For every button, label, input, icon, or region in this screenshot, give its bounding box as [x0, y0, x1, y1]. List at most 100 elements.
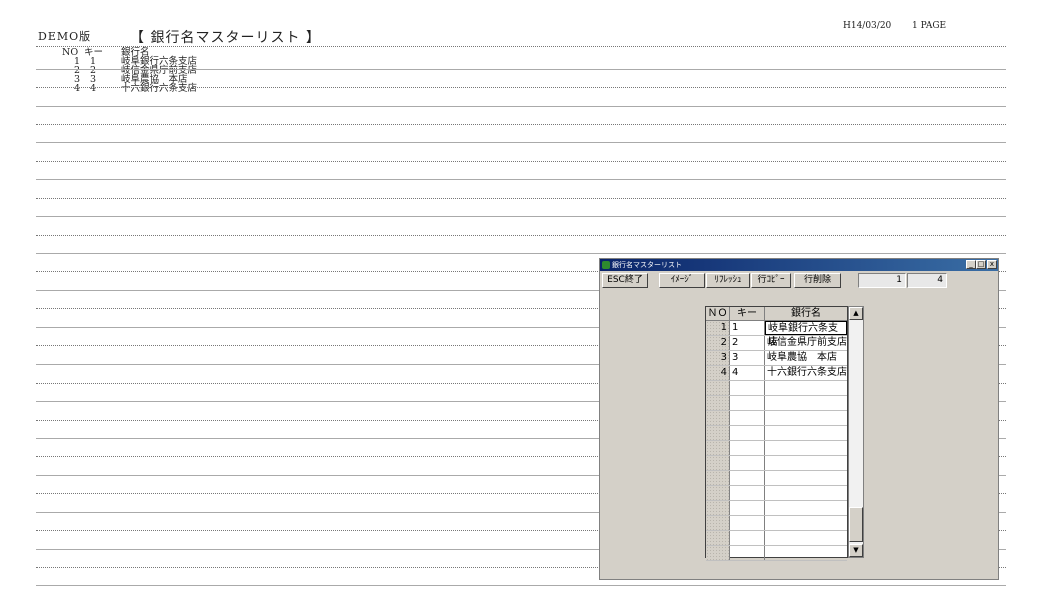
grid-cell-bank-name[interactable] [765, 411, 847, 425]
demo-label: DEMO版 [38, 30, 92, 43]
grid-cell-key[interactable] [730, 471, 765, 485]
grid-cell-key[interactable]: 2 [730, 336, 765, 350]
esc-exit-button[interactable]: ESC終了 [602, 273, 648, 288]
grid-cell-key[interactable]: 4 [730, 366, 765, 380]
grid-cell-key[interactable] [730, 396, 765, 410]
grid-cell-no [706, 441, 730, 455]
ruled-line [36, 161, 1006, 162]
window-titlebar[interactable]: 銀行名マスターリスト _ □ x [600, 259, 998, 271]
grid-row[interactable] [706, 501, 847, 516]
grid-cell-key[interactable]: 1 [730, 321, 765, 335]
report-row: 3 3 岐阜農協 本店 [0, 75, 400, 85]
ruled-line [36, 87, 1006, 88]
ruled-line [36, 179, 1006, 180]
grid-cell-bank-name[interactable] [765, 396, 847, 410]
grid-cell-bank-name[interactable]: 岐阜銀行六条支店 [765, 321, 847, 348]
maximize-button[interactable]: □ [976, 260, 986, 269]
bank-grid[interactable]: ＮＯ キー 銀行名 1 1 岐阜銀行六条支店 2 2 岐信金県庁前支店 3 3 岐阜農協 本店 4… [705, 306, 848, 561]
grid-cell-bank-name[interactable]: 岐信金県庁前支店 [765, 336, 847, 350]
grid-row[interactable]: 1 1 岐阜銀行六条支店 [706, 321, 847, 348]
grid-cell-no: 4 [706, 366, 730, 380]
grid-row[interactable] [706, 486, 847, 501]
grid-cell-bank-name[interactable] [765, 546, 847, 560]
ruled-line [36, 216, 1006, 217]
grid-cell-key[interactable] [730, 381, 765, 395]
grid-cell-no: 2 [706, 336, 730, 350]
ruled-line [36, 585, 1006, 586]
grid-row[interactable] [706, 441, 847, 456]
bank-master-window: 銀行名マスターリスト _ □ x ESC終了 ｲﾒｰｼﾞ ﾘﾌﾚｯｼｭ 行ｺﾋﾟ… [599, 258, 999, 580]
refresh-button[interactable]: ﾘﾌﾚｯｼｭ [706, 273, 750, 288]
grid-row[interactable] [706, 546, 847, 561]
grid-cell-no: 1 [706, 321, 730, 335]
ruled-line [36, 69, 1006, 70]
grid-cell-bank-name[interactable] [765, 501, 847, 515]
grid-cell-no [706, 456, 730, 470]
grid-cell-key[interactable] [730, 546, 765, 560]
grid-row[interactable] [706, 516, 847, 531]
app-icon [602, 261, 610, 269]
grid-header-no: ＮＯ [706, 307, 730, 321]
grid-row[interactable] [706, 396, 847, 411]
ruled-line [36, 106, 1006, 107]
grid-cell-key[interactable] [730, 486, 765, 500]
grid-cell-no [706, 516, 730, 530]
grid-cell-no [706, 396, 730, 410]
grid-row[interactable]: 4 4 十六銀行六条支店 [706, 366, 847, 381]
grid-cell-key[interactable] [730, 426, 765, 440]
grid-cell-bank-name[interactable]: 十六銀行六条支店 [765, 366, 847, 380]
scroll-down-button[interactable]: ▼ [849, 544, 863, 557]
close-button[interactable]: x [987, 260, 997, 269]
image-button[interactable]: ｲﾒｰｼﾞ [659, 273, 705, 288]
report-row-key: 4 [90, 83, 97, 94]
grid-cell-key[interactable] [730, 441, 765, 455]
grid-row[interactable] [706, 456, 847, 471]
grid-row[interactable] [706, 411, 847, 426]
grid-cell-bank-name[interactable] [765, 441, 847, 455]
grid-cell-bank-name[interactable] [765, 426, 847, 440]
grid-cell-bank-name[interactable] [765, 516, 847, 530]
scroll-thumb[interactable] [849, 507, 863, 542]
grid-cell-bank-name[interactable] [765, 531, 847, 545]
report-row-no: 4 [74, 83, 81, 94]
grid-cell-no [706, 411, 730, 425]
grid-cell-no [706, 531, 730, 545]
grid-vertical-scrollbar[interactable]: ▲ ▼ [848, 306, 864, 558]
grid-row[interactable] [706, 381, 847, 396]
grid-cell-key[interactable] [730, 456, 765, 470]
grid-row[interactable]: 2 2 岐信金県庁前支店 [706, 336, 847, 351]
grid-cell-key[interactable] [730, 516, 765, 530]
grid-cell-key[interactable]: 3 [730, 351, 765, 365]
minimize-button[interactable]: _ [966, 260, 976, 269]
grid-cell-bank-name[interactable] [765, 456, 847, 470]
delete-row-button[interactable]: 行削除 [794, 273, 841, 288]
report-row: 4 4 十六銀行六条支店 [0, 83, 400, 94]
grid-row[interactable] [706, 531, 847, 546]
grid-cell-no [706, 381, 730, 395]
current-page-field[interactable]: 1 [858, 273, 906, 288]
grid-cell-no [706, 546, 730, 560]
grid-cell-bank-name[interactable] [765, 381, 847, 395]
grid-cell-bank-name[interactable] [765, 486, 847, 500]
ruled-line [36, 253, 1006, 254]
grid-cell-bank-name[interactable] [765, 471, 847, 485]
grid-cell-bank-name[interactable]: 岐阜農協 本店 [765, 351, 847, 365]
grid-cell-no: 3 [706, 351, 730, 365]
header-key: キー [84, 47, 104, 58]
grid-cell-key[interactable] [730, 531, 765, 545]
scroll-up-button[interactable]: ▲ [849, 307, 863, 320]
report-row: 1 1 岐阜銀行六条支店 [0, 57, 400, 67]
grid-cell-key[interactable] [730, 501, 765, 515]
grid-row[interactable] [706, 471, 847, 486]
ruled-line [36, 142, 1006, 143]
grid-cell-key[interactable] [730, 411, 765, 425]
ruled-line [36, 198, 1006, 199]
grid-header-bank-name: 銀行名 [765, 307, 847, 321]
grid-row[interactable]: 3 3 岐阜農協 本店 [706, 351, 847, 366]
report-title: 【 銀行名マスターリスト 】 [130, 30, 321, 46]
ruled-line [36, 124, 1006, 125]
grid-row[interactable] [706, 426, 847, 441]
copy-row-button[interactable]: 行ｺﾋﾟｰ [751, 273, 791, 288]
total-pages-field: 4 [907, 273, 947, 288]
grid-cell-no [706, 471, 730, 485]
